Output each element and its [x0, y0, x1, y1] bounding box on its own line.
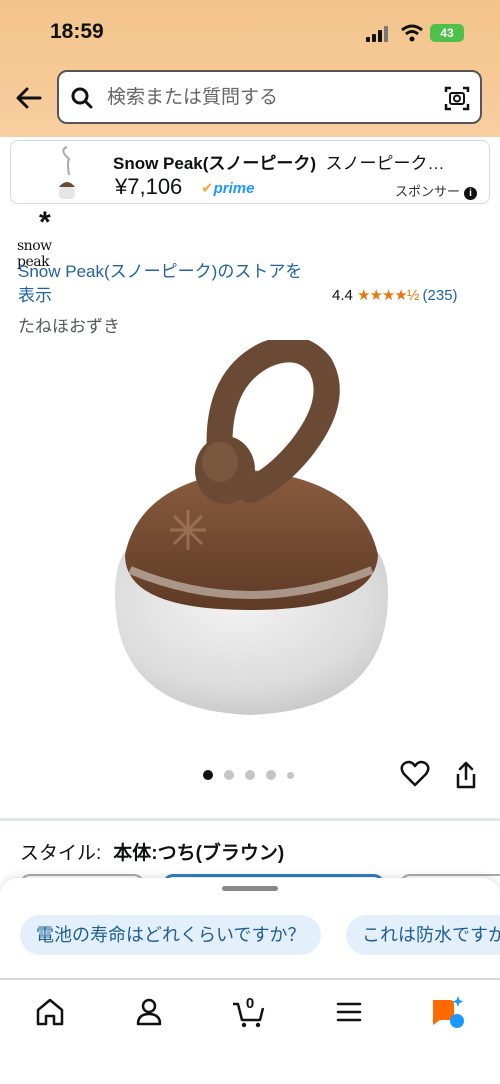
style-selector: スタイル: 本体:つち(ブラウン) [20, 838, 284, 865]
sponsored-product-image [59, 146, 75, 199]
sponsored-title-rest: スノーピーク… [325, 154, 445, 173]
sponsored-title: Snow Peak(スノーピーク) スノーピーク… [113, 149, 473, 174]
share-icon[interactable] [453, 760, 479, 790]
sponsored-label[interactable]: スポンサー i [395, 181, 477, 200]
camera-search-icon[interactable] [443, 84, 471, 112]
rufus-assistant-icon[interactable] [428, 992, 468, 1032]
gallery-dot[interactable] [287, 772, 294, 779]
menu-icon[interactable] [329, 992, 369, 1032]
prime-check-icon: ✔ [201, 180, 214, 197]
product-image[interactable] [100, 340, 400, 730]
gallery-dot[interactable] [266, 770, 276, 780]
brand-logo[interactable]: * snow peak [17, 206, 87, 271]
sponsored-brand: Snow Peak(スノーピーク) [113, 154, 317, 173]
cart-count: 0 [246, 995, 254, 1012]
product-title: たねほおずき [18, 317, 120, 336]
suggestion-chip[interactable]: 電池の寿命はどれくらいですか？ [20, 915, 322, 955]
back-arrow-icon[interactable] [14, 84, 44, 112]
heart-icon[interactable] [400, 760, 430, 788]
divider [0, 818, 500, 821]
battery-icon: 43 [430, 24, 464, 42]
cart-icon[interactable]: 0 [229, 992, 269, 1032]
sponsored-product-card[interactable]: Snow Peak(スノーピーク) スノーピーク… ¥7,106 ✔prime … [10, 140, 490, 204]
wifi-icon [401, 24, 423, 42]
header-bar: 18:59 43 [0, 0, 500, 137]
status-time: 18:59 [50, 20, 104, 43]
status-bar: 18:59 43 [0, 0, 500, 64]
search-input[interactable] [105, 82, 429, 114]
rufus-suggestion-sheet: 電池の寿命はどれくらいですか？ これは防水ですか [0, 878, 500, 978]
brand-logo-mark: * [39, 206, 51, 239]
gallery-dot[interactable] [224, 770, 234, 780]
prime-badge: ✔prime [201, 179, 254, 197]
rating-count[interactable]: (235) [423, 287, 458, 304]
sponsored-price: ¥7,106 [115, 174, 183, 199]
gallery-dot[interactable] [203, 770, 213, 780]
style-value: 本体:つち(ブラウン) [113, 843, 285, 864]
bottom-tab-bar: 0 [0, 978, 500, 1084]
rating-summary[interactable]: 4.4 ★★★★½ (235) [332, 286, 458, 304]
search-icon [71, 87, 93, 109]
suggestion-chip[interactable]: これは防水ですか [346, 915, 500, 955]
rating-stars: ★★★★½ [357, 287, 419, 304]
home-icon[interactable] [30, 992, 70, 1032]
account-icon[interactable] [129, 992, 169, 1032]
brand-store-link[interactable]: Snow Peak(スノーピーク)のストアを表示 [18, 260, 308, 308]
info-icon[interactable]: i [464, 187, 477, 200]
gallery-dot[interactable] [245, 770, 255, 780]
search-bar[interactable] [57, 70, 482, 124]
sheet-handle[interactable] [222, 886, 278, 891]
battery-level: 43 [440, 26, 454, 40]
prime-label: prime [213, 180, 255, 197]
cellular-signal-icon [366, 26, 388, 42]
style-label: スタイル: [20, 843, 102, 864]
rating-value: 4.4 [332, 287, 353, 304]
sponsored-label-text: スポンサー [394, 184, 460, 199]
